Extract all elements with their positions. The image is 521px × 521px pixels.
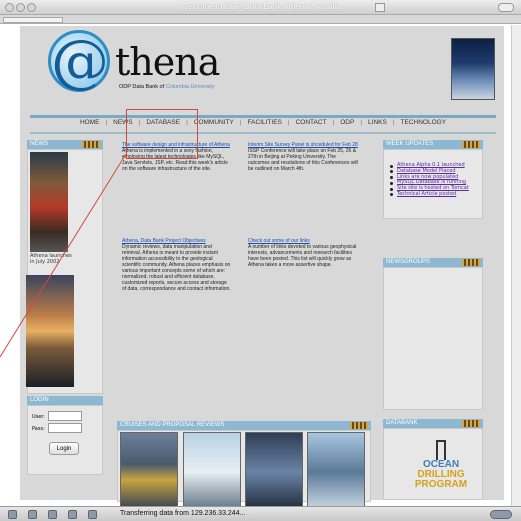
main-nav: HOME | NEWS | DATABASE | COMMUNITY | FACILIT… [30,119,496,131]
titlebar-button[interactable] [375,3,385,12]
news-panel-title: NEWS [30,141,48,147]
newsgroups-title: NEWSGROUPS [386,259,431,265]
security-icon[interactable] [490,510,512,519]
news-panel-header: NEWS [27,140,103,149]
week-updates-header: WEEK UPDATES [383,140,483,149]
browser-toolbar [0,15,521,24]
nav-separator: | [360,119,363,126]
drill-crew-photo [30,152,68,252]
pass-label: Pass: [32,426,45,432]
mail-icon[interactable] [28,510,37,519]
athena-logo-name: thena [115,40,220,84]
databank-title: DATABANK [386,420,418,426]
logo-subtitle-main: ODP Data Bank of [119,84,165,90]
databank-header: DATABANK [383,419,483,428]
login-panel-header: LOGIN [27,396,103,405]
update-item[interactable]: Technical Article posted [389,191,481,198]
beehive-icon [462,259,480,266]
news-caption: Athena launches in July 2002 [30,253,72,265]
columbia-link[interactable]: Columbia University [166,84,215,90]
status-bar: Transferring data from 129.236.33.244... [0,506,521,521]
login-panel-title: LOGIN [30,397,49,403]
newsgroups-header: NEWSGROUPS [383,258,483,267]
navigator-icon[interactable] [8,510,17,519]
nav-facilities[interactable]: FACILITIES [248,119,282,131]
composer-icon[interactable] [48,510,57,519]
nav-links[interactable]: LINKS [368,119,387,131]
status-text: Transferring data from 129.236.33.244... [120,510,246,517]
newsgroups-panel [383,267,483,410]
nav-separator: | [105,119,108,126]
nav-divider-bottom [30,132,496,134]
cruises-title: CRUISES AND PROPOSAL REVIEWS [120,422,225,428]
week-updates-title: WEEK UPDATES [386,141,434,147]
beehive-icon [350,422,368,429]
user-label: User: [32,414,45,420]
nav-separator: | [239,119,242,126]
beehive-icon [462,141,480,148]
nav-separator: | [332,119,335,126]
nav-divider-top [30,115,496,118]
drill-ship-sunset-photo [26,275,74,387]
login-button[interactable]: Login [49,442,79,455]
nav-home[interactable]: HOME [80,119,100,131]
window-title: Welcome to ODP Data Bank Athena - Mozill… [180,2,341,11]
ocean-drilling-program-logo[interactable]: OCEAN DRILLING PROGRAM [412,440,470,490]
drill-ship-thumbnail[interactable] [183,432,241,512]
location-field[interactable] [3,17,63,23]
header-photo [451,38,495,100]
beehive-icon [82,141,100,148]
article-links: Check out some of our links A number of … [248,238,358,268]
odp-logo-line3: PROGRAM [414,479,468,490]
vertical-scrollbar[interactable] [511,25,521,506]
article-body: Dynamic reviews, data manipulation and r… [122,244,231,292]
article-issp: Interim Site Survey Panel is shceduled f… [248,142,358,172]
highlight-box [126,109,198,159]
logo-subtitle: ODP Data Bank of Columbia University [119,84,215,90]
storm-sea-thumbnail[interactable] [245,432,303,512]
toolbar-toggle-button[interactable] [498,3,514,12]
athena-logo-at: @ [48,30,110,92]
crew-thumbnail[interactable] [120,432,178,512]
week-updates-list: Athena Alpha 0.1 launched Database Model… [389,162,481,198]
nav-separator: | [392,119,395,126]
address-book-icon[interactable] [68,510,77,519]
password-input[interactable] [48,423,82,433]
nav-community[interactable]: COMMUNITY [194,119,234,131]
drill-rig-icon [436,440,446,460]
username-input[interactable] [48,411,82,421]
cruises-header: CRUISES AND PROPOSAL REVIEWS [117,421,371,430]
nav-contact[interactable]: CONTACT [296,119,327,131]
nav-technology[interactable]: TECHNOLOGY [401,119,447,131]
browser-window: Welcome to ODP Data Bank Athena - Mozill… [0,0,521,521]
beehive-icon [462,420,480,427]
article-body: ISSP Conference will take place on Feb 2… [248,148,358,172]
nav-odp[interactable]: ODP [340,119,354,131]
article-objectives: Athena, Data Bank Project Objectives Dyn… [122,238,232,292]
title-bar: Welcome to ODP Data Bank Athena - Mozill… [0,0,521,15]
nav-separator: | [287,119,290,126]
ship-bow-thumbnail[interactable] [307,432,365,512]
article-body: A number of links devoted to various geo… [248,244,357,268]
chat-icon[interactable] [88,510,97,519]
